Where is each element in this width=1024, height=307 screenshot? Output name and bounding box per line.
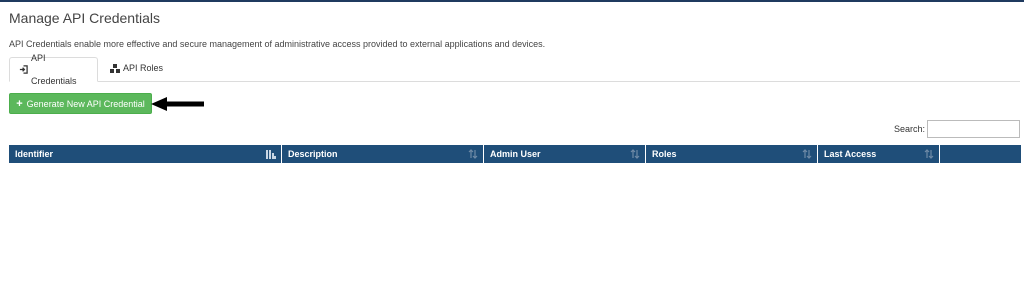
column-header-description[interactable]: Description [282, 145, 483, 163]
generate-api-credential-button[interactable]: + Generate New API Credential [9, 93, 152, 114]
tab-api-credentials[interactable]: API Credentials [9, 53, 98, 86]
arrow-left-icon [151, 97, 204, 111]
column-label: Roles [652, 149, 677, 159]
tab-api-roles[interactable]: API Roles [101, 57, 172, 80]
column-label: Last Access [824, 149, 877, 159]
sign-in-icon [19, 65, 28, 74]
page-description: API Credentials enable more effective an… [9, 39, 546, 49]
column-label: Admin User [490, 149, 541, 159]
search-label: Search: [894, 124, 926, 134]
sort-both-icon [630, 149, 640, 159]
column-header-roles[interactable]: Roles [646, 145, 817, 163]
button-label: Generate New API Credential [26, 98, 145, 109]
column-header-identifier[interactable]: Identifier [9, 145, 281, 163]
sort-both-icon [468, 149, 478, 159]
plus-icon: + [16, 97, 23, 110]
cubes-icon [110, 64, 120, 73]
column-header-admin-user[interactable]: Admin User [484, 145, 645, 163]
search-input[interactable] [927, 120, 1020, 138]
table-header: Identifier Description Admin User Roles … [9, 145, 1021, 163]
sort-both-icon [924, 149, 934, 159]
page-title: Manage API Credentials [9, 10, 160, 26]
column-label: Description [288, 149, 338, 159]
tab-bar: API Credentials API Roles [9, 53, 1020, 86]
tab-label: API Roles [123, 63, 164, 73]
column-label: Identifier [15, 149, 54, 159]
sort-ascending-icon [266, 150, 276, 159]
column-header-last-access[interactable]: Last Access [818, 145, 939, 163]
column-header-actions [940, 145, 1021, 163]
tab-label: API Credentials [31, 52, 77, 86]
sort-both-icon [802, 149, 812, 159]
